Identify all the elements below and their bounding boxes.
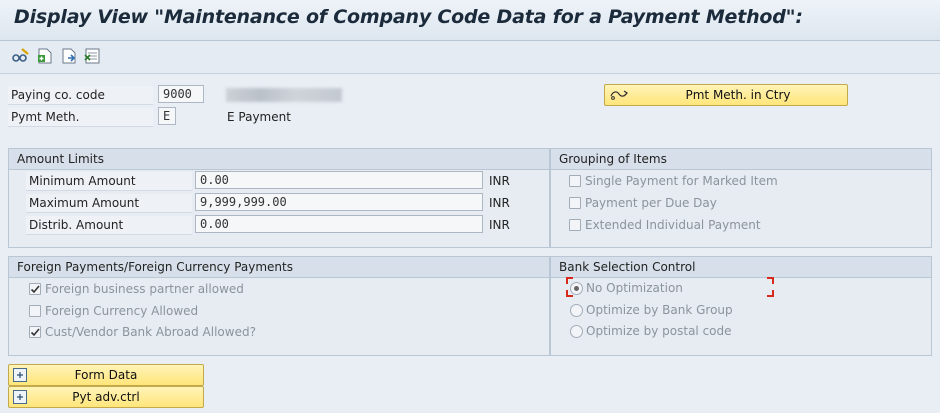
radio-selected-dot: [574, 286, 579, 291]
amount-limits-title: Amount Limits: [17, 152, 104, 166]
expand-icon: [13, 390, 27, 410]
payment-per-due-day-label: Payment per Due Day: [585, 196, 717, 210]
form-data-label: Form Data: [74, 368, 138, 382]
foreign-payments-header: Foreign Payments/Foreign Currency Paymen…: [9, 257, 549, 278]
distrib-amount-currency: INR: [489, 218, 510, 232]
pmt-meth-in-ctry-label: Pmt Meth. in Ctry: [685, 88, 791, 102]
page-title: Display View "Maintenance of Company Cod…: [14, 6, 803, 28]
grouping-header: Grouping of Items: [551, 149, 931, 170]
extended-individual-payment-label: Extended Individual Payment: [585, 218, 761, 232]
amount-limits-header: Amount Limits: [9, 149, 549, 170]
foreign-business-partner-label: Foreign business partner allowed: [45, 282, 244, 296]
no-optimization-label: No Optimization: [586, 281, 683, 295]
min-amount-label: Minimum Amount: [29, 174, 136, 188]
glasses-edit-icon[interactable]: [12, 47, 30, 65]
bank-abroad-checkbox[interactable]: [29, 326, 41, 338]
bank-selection-header: Bank Selection Control: [551, 257, 931, 278]
payment-per-due-day-checkbox[interactable]: [569, 197, 581, 209]
max-amount-field[interactable]: 9,999,999.00: [195, 193, 483, 211]
single-payment-checkbox[interactable]: [569, 175, 581, 187]
pyt-adv-ctrl-label: Pyt adv.ctrl: [72, 390, 140, 404]
checkmark-icon: [30, 328, 40, 337]
no-optimization-radio[interactable]: [570, 282, 583, 295]
min-amount-field[interactable]: 0.00: [195, 171, 483, 189]
new-entries-icon[interactable]: [36, 47, 54, 65]
foreign-payments-title: Foreign Payments/Foreign Currency Paymen…: [17, 260, 293, 274]
company-name-blurred: [226, 88, 342, 102]
optimize-bank-group-radio[interactable]: [570, 304, 583, 317]
single-payment-label: Single Payment for Marked Item: [585, 174, 778, 188]
pymt-meth-description: E Payment: [227, 110, 291, 124]
pymt-meth-label: Pymt Meth.: [11, 110, 80, 124]
expand-icon: [13, 368, 27, 388]
optimize-bank-group-label: Optimize by Bank Group: [586, 303, 733, 317]
bank-selection-title: Bank Selection Control: [559, 260, 696, 274]
bank-abroad-label: Cust/Vendor Bank Abroad Allowed?: [45, 325, 256, 339]
max-amount-currency: INR: [489, 196, 510, 210]
distrib-amount-label: Distrib. Amount: [29, 218, 124, 232]
paying-co-code-field[interactable]: 9000: [158, 85, 204, 103]
max-amount-label: Maximum Amount: [29, 196, 140, 210]
foreign-currency-allowed-label: Foreign Currency Allowed: [45, 304, 199, 318]
paying-co-code-label: Paying co. code: [11, 88, 105, 102]
copy-icon[interactable]: [60, 47, 78, 65]
optimize-postal-code-radio[interactable]: [570, 325, 583, 338]
pmt-meth-in-ctry-button[interactable]: Pmt Meth. in Ctry: [604, 84, 848, 106]
foreign-business-partner-checkbox[interactable]: [29, 283, 41, 295]
checkmark-icon: [30, 285, 40, 294]
application-toolbar: [0, 41, 940, 74]
min-amount-currency: INR: [489, 174, 510, 188]
grouping-title: Grouping of Items: [559, 152, 667, 166]
pymt-meth-field[interactable]: E: [158, 107, 176, 125]
foreign-currency-allowed-checkbox[interactable]: [29, 305, 41, 317]
pyt-adv-ctrl-button[interactable]: Pyt adv.ctrl: [8, 386, 204, 408]
distrib-amount-field[interactable]: 0.00: [195, 215, 483, 233]
form-data-button[interactable]: Form Data: [8, 364, 204, 386]
navigate-icon: [609, 87, 629, 109]
delete-icon[interactable]: [84, 47, 102, 65]
optimize-postal-code-label: Optimize by postal code: [586, 324, 732, 338]
extended-individual-payment-checkbox[interactable]: [569, 219, 581, 231]
title-bar: Display View "Maintenance of Company Cod…: [0, 0, 940, 41]
